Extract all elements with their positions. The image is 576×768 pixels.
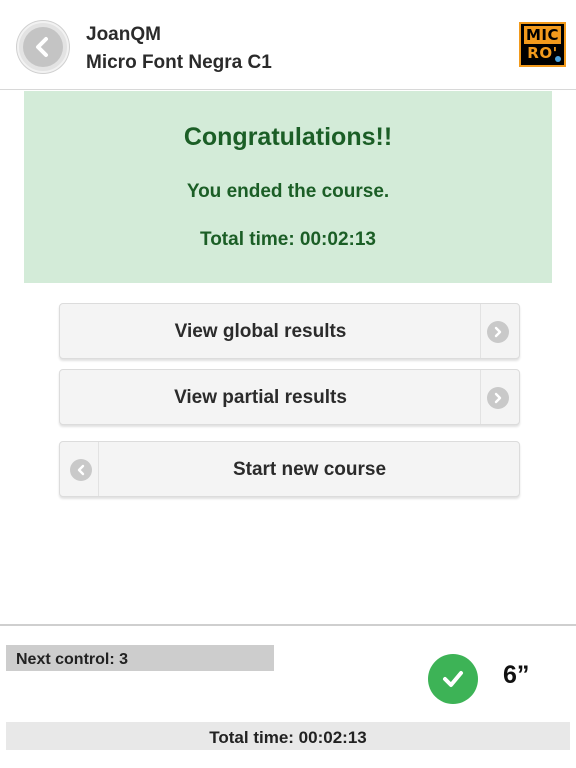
footer-divider: [0, 624, 576, 626]
button-divider: [480, 304, 481, 358]
total-time-result: Total time: 00:02:13: [200, 229, 376, 250]
check-icon: [428, 654, 478, 704]
view-partial-results-label: View partial results: [174, 387, 347, 408]
total-time-footer: Total time: 00:02:13: [6, 722, 570, 750]
app-header: JoanQM Micro Font Negra C1 MIC RO': [0, 0, 576, 90]
micro-logo: MIC RO': [519, 22, 566, 67]
completion-message: You ended the course.: [186, 181, 390, 202]
logo-line-1: MIC: [524, 26, 561, 44]
start-new-course-button[interactable]: Start new course: [59, 441, 520, 497]
button-divider: [480, 370, 481, 424]
back-button[interactable]: [17, 21, 69, 73]
course-completed-panel: Congratulations!! You ended the course. …: [24, 91, 552, 283]
start-new-course-label: Start new course: [232, 459, 387, 480]
button-divider: [98, 442, 99, 496]
chevron-left-icon: [23, 27, 63, 67]
congratulations-title: Congratulations!!: [183, 123, 393, 151]
view-global-results-label: View global results: [174, 321, 347, 342]
next-control-label: Next control: 3: [6, 645, 274, 671]
chevron-right-icon: [487, 387, 509, 409]
view-global-results-button[interactable]: View global results: [59, 303, 520, 359]
logo-dot: [555, 56, 561, 62]
user-name: JoanQM: [86, 24, 161, 45]
course-name: Micro Font Negra C1: [86, 52, 272, 73]
elapsed-seconds: 6”: [503, 661, 530, 689]
view-partial-results-button[interactable]: View partial results: [59, 369, 520, 425]
chevron-left-icon: [70, 459, 92, 481]
chevron-right-icon: [487, 321, 509, 343]
